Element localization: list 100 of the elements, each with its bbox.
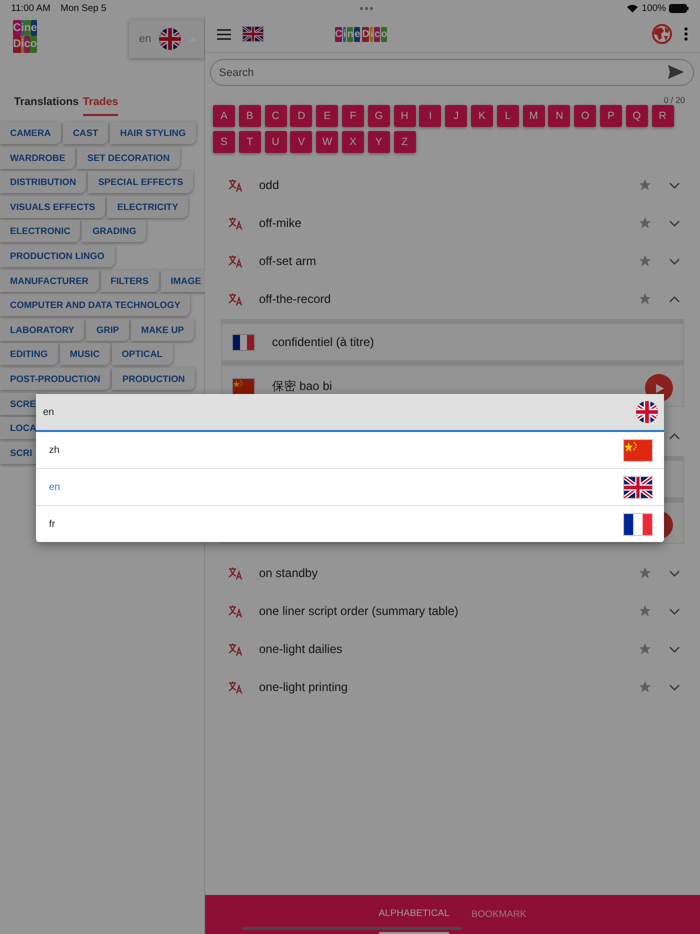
trade-chip[interactable]: ELECTRICITY [107,196,188,218]
trade-chip[interactable]: PRODUCTION LINGO [0,244,115,267]
trade-chip[interactable]: POST-PRODUCTION [0,368,110,390]
chevron-down-icon[interactable] [669,258,680,264]
star-icon[interactable] [638,680,652,694]
star-icon[interactable] [638,566,652,580]
term-text[interactable]: one-light dailies [259,642,342,656]
trade-chip[interactable]: CAMERA [0,122,61,144]
trade-chip[interactable]: SET DECORATION [77,146,180,169]
language-option[interactable]: fr [36,506,664,542]
trade-chip[interactable]: GRADING [82,220,146,242]
star-icon[interactable] [638,292,652,306]
trade-chip[interactable]: MANUFACTURER [0,270,99,292]
letter-button[interactable]: P [600,105,622,127]
language-field[interactable]: en [36,394,664,432]
trade-chip[interactable]: WARDROBE [0,146,76,169]
letter-button[interactable]: E [316,105,338,127]
status-date: Mon Sep 5 [60,2,106,14]
chevron-down-icon[interactable] [669,684,680,690]
chevron-down-icon[interactable] [669,220,680,226]
translate-icon [228,642,243,656]
letter-button[interactable]: A [213,105,235,127]
letter-button[interactable]: B [238,105,261,127]
trade-chip[interactable]: FILTERS [100,270,159,292]
letter-button[interactable]: D [290,105,312,127]
letter-button[interactable]: F [342,105,364,127]
chevron-down-icon[interactable] [669,608,680,614]
letter-button[interactable]: U [264,131,287,153]
trade-chip[interactable]: GRIP [86,318,130,341]
trade-chip[interactable]: LABORATORY [0,318,84,341]
language-option[interactable]: zh [36,432,664,469]
tab[interactable]: Trades [82,92,118,116]
letter-button[interactable]: O [574,105,596,127]
star-icon[interactable] [638,254,652,268]
trade-chip[interactable]: EDITING [0,343,58,366]
wifi-icon [626,4,638,12]
letter-button[interactable]: M [522,105,545,127]
letter-button[interactable]: Q [626,105,648,127]
trade-chip[interactable]: MUSIC [60,343,110,366]
letter-button[interactable]: Y [368,131,390,153]
chevron-up-icon[interactable] [669,432,680,440]
term-text[interactable]: odd [259,178,280,192]
translate-icon [228,566,243,580]
trade-chip[interactable]: HAIR STYLING [110,122,196,144]
term-text[interactable]: one-light printing [259,680,348,694]
letter-button[interactable]: G [368,105,390,127]
term-text[interactable]: off-the-record [259,292,331,306]
trade-chip[interactable]: ELECTRONIC [0,220,80,242]
letter-button[interactable]: I [419,105,442,127]
letter-button[interactable]: H [394,105,416,127]
trade-chip[interactable]: VISUALS EFFECTS [0,196,106,218]
chevron-down-icon[interactable] [669,570,680,576]
send-icon[interactable] [668,65,684,79]
letter-button[interactable]: L [496,105,519,127]
term-text[interactable]: one liner script order (summary table) [259,604,458,618]
flag-icon [233,378,254,394]
search-field[interactable]: Search [210,59,694,86]
term-text[interactable]: on standby [259,566,318,580]
more-icon[interactable] [684,27,688,41]
trade-chip[interactable]: COMPUTER AND DATA TECHNOLOGY [0,294,190,316]
letter-button[interactable]: R [652,105,674,127]
chevron-down-icon[interactable] [669,182,680,188]
letter-button[interactable]: T [238,131,261,153]
trade-chip[interactable]: MAKE UP [131,318,194,341]
letter-button[interactable]: C [264,105,287,127]
logo-text: Dico [362,26,388,42]
language-select[interactable]: en [129,20,204,58]
star-icon[interactable] [638,178,652,192]
chevron-down-icon[interactable] [669,646,680,652]
multitask-icon [360,6,374,10]
trade-chip[interactable]: SPECIAL EFFECTS [88,171,194,194]
star-icon[interactable] [638,216,652,230]
character-counter: 0 / 20 [664,95,685,105]
flag-icon [233,334,254,350]
letter-button[interactable]: Z [394,131,416,153]
star-icon[interactable] [638,642,652,656]
trade-chip[interactable]: OPTICAL [112,343,172,366]
trade-chip[interactable]: DISTRIBUTION [0,171,86,194]
term-text[interactable]: off-mike [259,216,302,230]
trade-chip[interactable]: PRODUCTION [112,368,195,390]
tab[interactable]: Translations [14,92,79,116]
trade-chip[interactable]: CAST [62,122,108,144]
letter-button[interactable]: V [290,131,312,153]
bottom-tab[interactable]: BOOKMARK [471,895,526,934]
star-icon[interactable] [638,604,652,618]
letter-button[interactable]: W [316,131,338,153]
letter-button[interactable]: J [445,105,468,127]
letter-button[interactable]: N [548,105,570,127]
term-text[interactable]: off-set arm [259,254,316,268]
flag-icon [624,476,652,498]
translate-icon [228,254,243,268]
translate-icon [228,292,243,306]
globe-icon[interactable] [652,24,672,44]
letter-button[interactable]: S [213,131,235,153]
letter-button[interactable]: X [342,131,364,153]
language-option[interactable]: en [36,469,664,506]
chevron-up-icon[interactable] [669,296,680,302]
flag-icon [636,401,658,423]
menu-icon[interactable] [217,28,231,40]
letter-button[interactable]: K [470,105,493,127]
